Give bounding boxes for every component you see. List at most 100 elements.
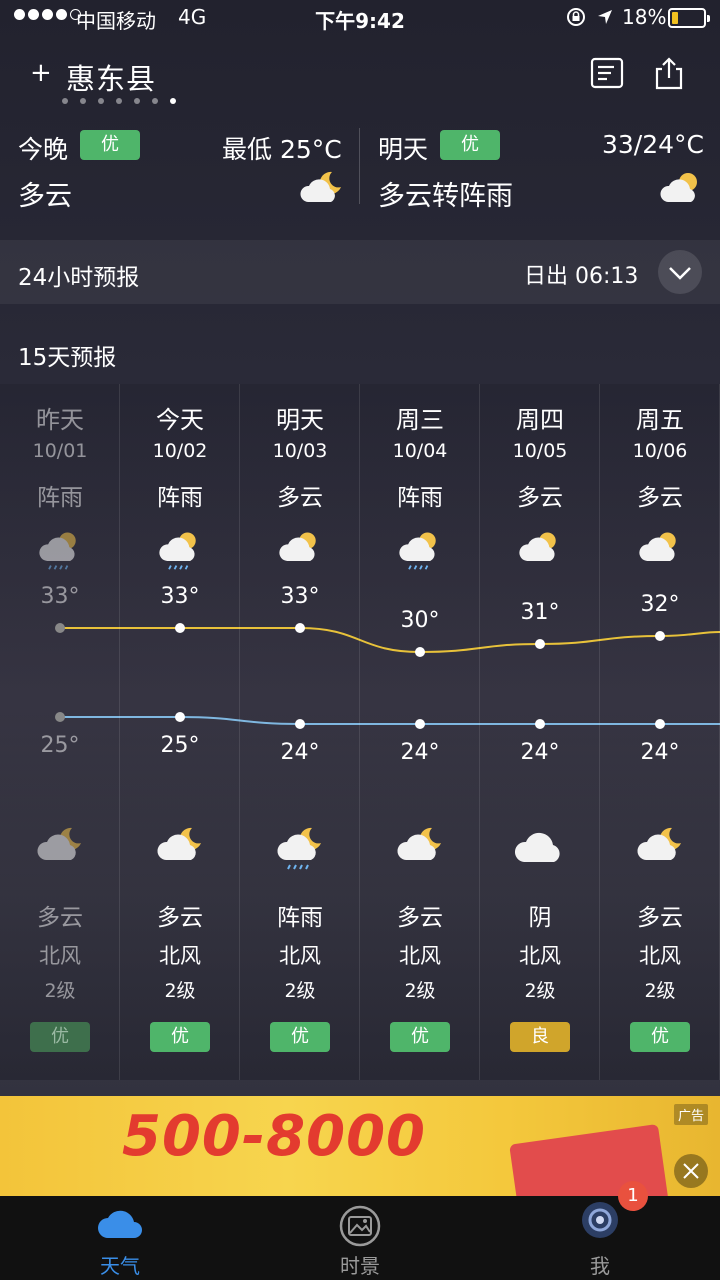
- night-weather: 多云: [637, 905, 683, 931]
- day-weather: 阵雨: [157, 485, 203, 511]
- ad-banner[interactable]: 500-8000 广告: [0, 1096, 720, 1196]
- chevron-down-icon: [669, 267, 691, 280]
- night-weather: 阴: [528, 905, 552, 931]
- rain-cloud-icon: [38, 526, 84, 572]
- forecast-day-column[interactable]: 昨天 10/01 阵雨 多云 北风 2级优: [0, 384, 120, 1080]
- sunrise-time: 日出 06:13: [524, 264, 639, 289]
- battery-percent: 18%: [622, 5, 667, 29]
- share-icon[interactable]: [652, 56, 686, 90]
- night-weather: 多云: [397, 905, 443, 931]
- rotation-lock-icon: [567, 8, 585, 26]
- wind-level: 2级: [44, 980, 76, 1002]
- page-dot: [62, 98, 68, 104]
- avatar-tab-icon: [582, 1202, 618, 1238]
- low-temp-label: 24°: [280, 740, 320, 765]
- tab-scenery[interactable]: 时景: [240, 1196, 480, 1280]
- page-dot: [170, 98, 176, 104]
- tonight-low-temp: 最低 25°C: [222, 135, 342, 164]
- moon-cloud-icon: [34, 824, 88, 870]
- expand-button[interactable]: [658, 250, 702, 294]
- moon-cloud-icon: [154, 824, 208, 870]
- daily-forecast-title: 15天预报: [18, 345, 117, 371]
- tonight-aqi-badge[interactable]: 优: [80, 130, 140, 160]
- wind-direction: 北风: [519, 944, 561, 968]
- page-dot: [134, 98, 140, 104]
- list-icon[interactable]: [590, 56, 624, 90]
- day-name: 周三: [396, 406, 444, 434]
- location-arrow-icon: [598, 10, 612, 24]
- night-weather: 阵雨: [277, 905, 323, 931]
- high-temp-label: 32°: [640, 592, 680, 617]
- aqi-badge[interactable]: 优: [30, 1022, 90, 1052]
- low-temp-label: 25°: [40, 733, 80, 758]
- high-temp-label: 31°: [520, 600, 560, 625]
- cloud-icon: [514, 824, 568, 870]
- rain-cloud-icon: [158, 526, 204, 572]
- ad-close-button[interactable]: [674, 1154, 708, 1188]
- low-temp-label: 24°: [520, 740, 560, 765]
- cloud-tab-icon: [98, 1210, 142, 1238]
- aqi-badge[interactable]: 优: [270, 1022, 330, 1052]
- status-bar: 中国移动 4G 下午9:42 18%: [0, 0, 720, 36]
- high-temp-label: 33°: [280, 584, 320, 609]
- aqi-badge[interactable]: 良: [510, 1022, 570, 1052]
- forecast-day-column[interactable]: 周四 10/05 多云阴北风 2级良: [480, 384, 600, 1080]
- wind-level: 2级: [404, 980, 436, 1002]
- day-name: 昨天: [36, 406, 84, 434]
- wind-level: 2级: [524, 980, 556, 1002]
- wind-level: 2级: [284, 980, 316, 1002]
- add-city-button[interactable]: +: [30, 58, 52, 88]
- day-weather: 阵雨: [397, 485, 443, 511]
- daily-forecast-header: 15天预报: [0, 320, 720, 384]
- red-envelope-image: [509, 1123, 669, 1196]
- day-name: 明天: [276, 406, 324, 434]
- close-icon: [683, 1163, 699, 1179]
- moon-cloud-icon: [300, 171, 341, 202]
- tab-weather[interactable]: 天气: [0, 1196, 240, 1280]
- day-weather: 阵雨: [37, 485, 83, 511]
- day-date: 10/03: [272, 440, 328, 462]
- wind-direction: 北风: [279, 944, 321, 968]
- aqi-badge[interactable]: 优: [630, 1022, 690, 1052]
- wind-direction: 北风: [639, 944, 681, 968]
- low-temp-label: 25°: [160, 733, 200, 758]
- tab-label-scenery: 时景: [340, 1254, 380, 1278]
- night-weather: 多云: [37, 905, 83, 931]
- tonight-label: 今晚: [18, 135, 69, 164]
- wind-level: 2级: [644, 980, 676, 1002]
- tab-me[interactable]: 我: [480, 1196, 720, 1280]
- forecast-day-column[interactable]: 今天 10/02 阵雨 多云 北风 2级优: [120, 384, 240, 1080]
- day-date: 10/05: [512, 440, 568, 462]
- day-date: 10/04: [392, 440, 448, 462]
- forecast-day-column[interactable]: 周五 10/06 多云 多云 北风 2级优: [600, 384, 720, 1080]
- tab-label-me: 我: [590, 1254, 610, 1278]
- day-weather: 多云: [637, 485, 683, 511]
- low-temp-label: 24°: [400, 740, 440, 765]
- day-date: 10/01: [32, 440, 88, 462]
- moon-cloud-icon: [394, 824, 448, 870]
- forecast-day-column[interactable]: 明天 10/03 多云 阵雨 北风 2级优: [240, 384, 360, 1080]
- sun-cloud-icon: [638, 526, 684, 572]
- day-date: 10/06: [632, 440, 688, 462]
- tab-label-weather: 天气: [100, 1254, 140, 1278]
- ad-tag: 广告: [674, 1104, 709, 1125]
- rain-cloud-icon: [398, 526, 444, 572]
- page-dot: [116, 98, 122, 104]
- aqi-badge[interactable]: 优: [390, 1022, 450, 1052]
- wind-direction: 北风: [159, 944, 201, 968]
- daily-forecast-grid[interactable]: 昨天 10/01 阵雨 多云 北风 2级优今天 10/02 阵雨 多云 北风 2级优明天 10/03 多…: [0, 384, 720, 1080]
- tomorrow-aqi-badge[interactable]: 优: [440, 130, 500, 160]
- hourly-forecast-bar[interactable]: 24小时预报 日出 06:13: [0, 240, 720, 304]
- photo-tab-icon: [339, 1205, 381, 1247]
- wind-direction: 北风: [399, 944, 441, 968]
- night-weather: 多云: [157, 905, 203, 931]
- moon-rain-icon: [274, 824, 328, 870]
- aqi-badge[interactable]: 优: [150, 1022, 210, 1052]
- sun-cloud-icon: [660, 173, 697, 202]
- city-name[interactable]: 惠东县: [66, 56, 156, 98]
- city-page-indicator: [62, 98, 176, 104]
- day-name: 周四: [516, 406, 564, 434]
- high-temp-label: 33°: [160, 584, 200, 609]
- forecast-day-column[interactable]: 周三 10/04 阵雨多云北风 2级优: [360, 384, 480, 1080]
- sun-cloud-icon: [278, 526, 324, 572]
